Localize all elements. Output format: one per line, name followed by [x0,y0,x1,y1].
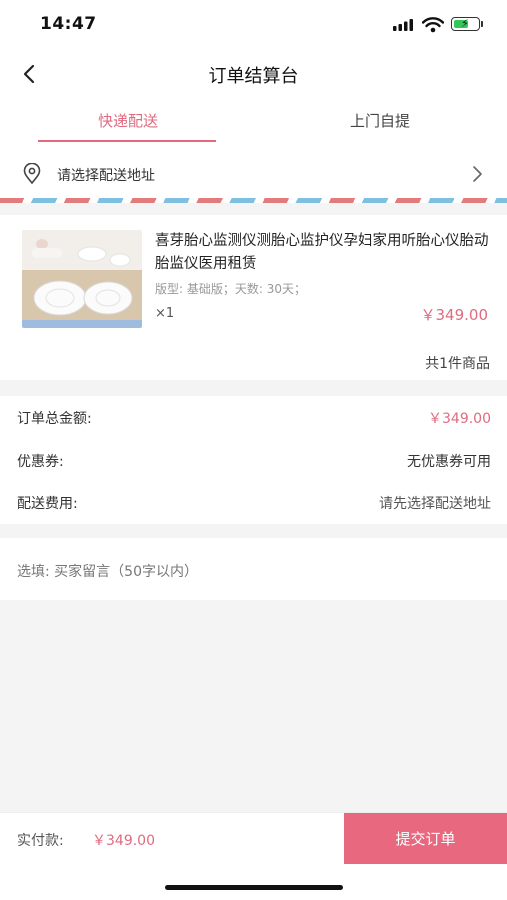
tab-express-delivery[interactable]: 快递配送 [38,110,218,131]
home-indicator[interactable] [165,885,343,890]
page-title: 订单结算台 [208,66,299,87]
tab-self-pickup[interactable]: 上门自提 [290,110,470,131]
status-time: 14:47 [40,14,97,34]
coupon-value[interactable]: 无优惠券可用 [260,451,491,471]
product-price: ￥349.00 [420,306,489,324]
buyer-note-placeholder[interactable]: 选填: 买家留言（50字以内） [17,561,198,581]
product-image[interactable] [22,230,142,328]
pay-amount: ￥349.00 [92,833,155,849]
submit-order-button[interactable]: 提交订单 [344,813,507,864]
address-placeholder[interactable]: 请选择配送地址 [57,165,155,185]
cellular-signal-icon [393,19,413,31]
item-count: 共1件商品 [425,356,490,372]
coupon-label: 优惠券: [17,454,64,470]
wifi-icon [422,17,444,33]
active-tab-indicator [38,140,216,142]
battery-tip [481,21,483,27]
battery-icon: ⚡ [451,17,480,31]
total-value: ￥349.00 [428,411,491,427]
chevron-right-icon[interactable] [470,164,484,184]
total-label: 订单总金额: [17,411,92,427]
shipping-label: 配送费用: [17,496,78,512]
shipping-value: 请先选择配送地址 [379,496,491,512]
location-pin-icon [23,163,41,185]
pay-label: 实付款: [17,833,64,849]
product-name[interactable]: 喜芽胎心监测仪测胎心监护仪孕妇家用听胎心仪胎动胎监仪医用租赁 [155,230,490,276]
product-spec: 版型: 基础版；天数: 30天； [155,282,306,296]
product-quantity: ×1 [155,306,175,321]
